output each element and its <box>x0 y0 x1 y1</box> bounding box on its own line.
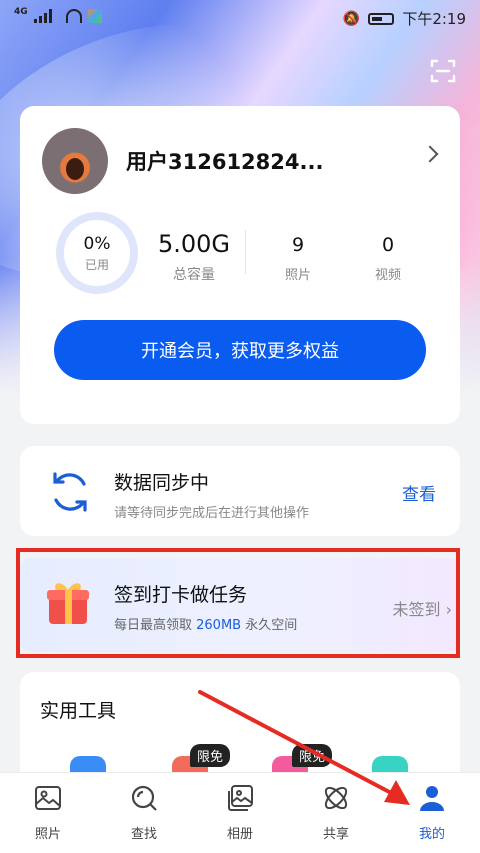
share-icon <box>324 786 348 810</box>
sync-title: 数据同步中 <box>114 472 210 494</box>
tab-label: 相册 <box>226 827 253 842</box>
username[interactable]: 用户312612824... <box>126 146 323 176</box>
mute-bell-icon: 🔕 <box>342 10 361 27</box>
vip-upgrade-button[interactable]: 开通会员，获取更多权益 <box>54 320 426 380</box>
storage-usage-ring: 0% 已用 <box>56 212 138 294</box>
tab-share[interactable]: 共享 <box>288 783 384 842</box>
profile-card: 用户312612824... 0% 已用 5.00G 总容量 9 照片 0 视频… <box>20 106 460 424</box>
sync-view-link[interactable]: 查看 <box>402 480 436 505</box>
tab-mine[interactable]: 我的 <box>384 783 480 842</box>
tab-label: 照片 <box>34 827 61 842</box>
signal-icon <box>33 9 60 23</box>
tab-search[interactable]: 查找 <box>96 783 192 842</box>
photo-count[interactable]: 9 照片 <box>270 234 326 283</box>
search-icon <box>131 785 157 811</box>
sync-subtitle: 请等待同步完成后在进行其他操作 <box>114 506 310 521</box>
scan-icon[interactable] <box>430 58 456 84</box>
video-count[interactable]: 0 视频 <box>360 234 416 283</box>
avatar[interactable] <box>42 128 108 194</box>
profile-icon <box>420 786 444 811</box>
chevron-right-icon[interactable] <box>421 145 439 163</box>
storage-total: 5.00G 总容量 <box>152 230 236 284</box>
tab-albums[interactable]: 相册 <box>192 783 288 842</box>
free-badge: 限免 <box>292 744 333 767</box>
bottom-tab-bar: 照片 查找 相册 共享 我的 <box>0 772 480 853</box>
video-count-value: 0 <box>381 234 395 256</box>
sync-icon <box>46 468 94 516</box>
storage-total-label: 总容量 <box>173 267 215 283</box>
video-count-label: 视频 <box>374 268 401 283</box>
clock: 下午2:19 <box>402 10 466 28</box>
tools-card: 实用工具 限免 限免 <box>20 672 460 786</box>
photo-count-label: 照片 <box>284 268 311 283</box>
album-icon <box>228 785 253 811</box>
storage-total-value: 5.00G <box>157 230 231 258</box>
wifi-icon <box>65 9 82 23</box>
storage-used-percent: 0% <box>83 233 111 254</box>
tab-photos[interactable]: 照片 <box>0 783 96 842</box>
tools-title: 实用工具 <box>40 700 117 722</box>
network-type: 4G <box>14 7 28 17</box>
tab-label: 我的 <box>418 827 445 842</box>
battery-icon <box>368 12 395 25</box>
app-notification-icon <box>87 9 102 23</box>
photo-count-value: 9 <box>291 234 305 256</box>
storage-used-label: 已用 <box>84 257 109 272</box>
divider <box>245 230 246 274</box>
free-badge: 限免 <box>190 744 231 767</box>
tab-label: 共享 <box>322 827 349 842</box>
sync-card[interactable]: 数据同步中 请等待同步完成后在进行其他操作 查看 <box>20 446 460 536</box>
tab-label: 查找 <box>130 827 157 842</box>
annotation-highlight-box <box>16 548 460 658</box>
photo-icon <box>35 786 61 810</box>
status-bar: 4G 🔕 下午2:19 <box>0 0 480 34</box>
